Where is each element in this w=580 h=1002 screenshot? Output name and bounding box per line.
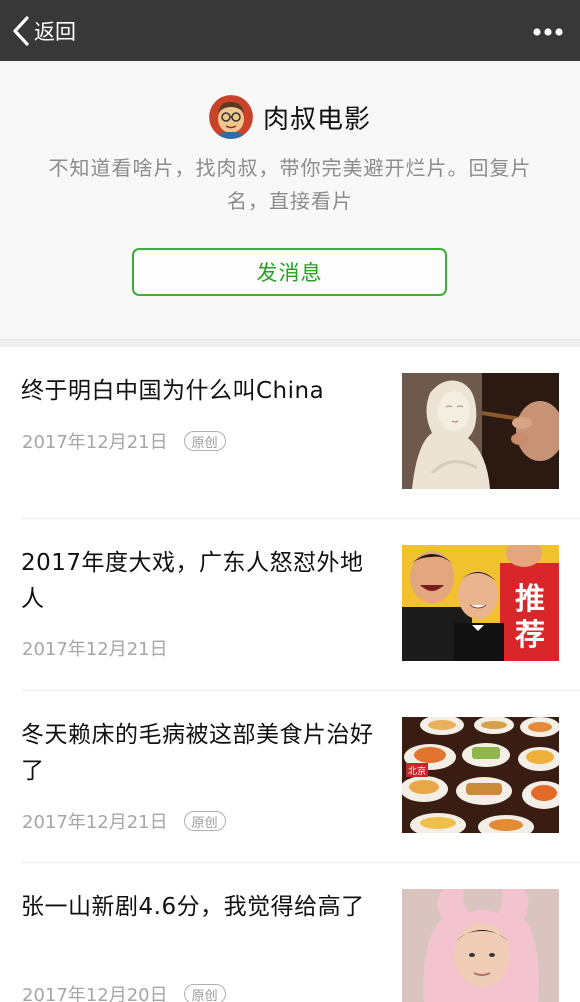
chevron-left-icon bbox=[10, 16, 32, 46]
article-title: 终于明白中国为什么叫China bbox=[21, 378, 325, 404]
account-name: 肉叔电影 bbox=[262, 104, 371, 135]
article-title: 张一山新剧4.6分，我觉得给高了 bbox=[21, 894, 365, 920]
article-thumbnail bbox=[402, 889, 559, 1002]
top-nav-bar: 返回 bbox=[0, 0, 580, 61]
article-date: 2017年12月21日 bbox=[22, 812, 168, 833]
article-item[interactable]: 2017年度大戏，广东人怒怼外地人 2017年12月21日 推 荐 bbox=[0, 519, 580, 691]
original-badge: 原创 bbox=[183, 811, 226, 831]
article-item[interactable]: 冬天赖床的毛病被这部美食片治好了 2017年12月21日 原创 北京 bbox=[0, 691, 580, 863]
poster-text-2: 荐 bbox=[515, 618, 545, 653]
article-thumbnail: 北京 bbox=[402, 717, 559, 833]
article-title: 2017年度大戏，广东人怒怼外地人 bbox=[21, 550, 364, 612]
back-button[interactable]: 返回 bbox=[10, 13, 76, 49]
article-thumbnail bbox=[402, 373, 559, 489]
more-options-button[interactable] bbox=[530, 18, 566, 44]
article-thumbnail: 推 荐 bbox=[402, 545, 559, 661]
account-avatar[interactable] bbox=[208, 95, 253, 139]
article-meta: 2017年12月20日 原创 bbox=[22, 981, 226, 1002]
article-item[interactable]: 张一山新剧4.6分，我觉得给高了 2017年12月20日 原创 bbox=[0, 863, 580, 1002]
article-title: 冬天赖床的毛病被这部美食片治好了 bbox=[21, 722, 374, 784]
more-dots-icon bbox=[532, 22, 564, 41]
article-date: 2017年12月21日 bbox=[22, 639, 168, 660]
article-meta: 2017年12月21日 原创 bbox=[22, 428, 226, 454]
article-date: 2017年12月21日 bbox=[22, 432, 168, 453]
back-label: 返回 bbox=[34, 20, 76, 44]
account-header: 肉叔电影 bbox=[0, 94, 580, 140]
send-message-button[interactable]: 发消息 bbox=[132, 248, 447, 296]
section-separator bbox=[0, 339, 580, 347]
poster-text-1: 推 bbox=[515, 582, 545, 617]
original-badge: 原创 bbox=[183, 984, 226, 1002]
article-item[interactable]: 终于明白中国为什么叫China 2017年12月21日 原创 bbox=[0, 347, 580, 519]
account-description: 不知道看啥片，找肉叔，带你完美避开烂片。回复片名，直接看片 bbox=[48, 156, 532, 213]
food-label: 北京 bbox=[408, 765, 426, 777]
article-date: 2017年12月20日 bbox=[22, 985, 168, 1002]
article-meta: 2017年12月21日 bbox=[22, 635, 168, 661]
article-meta: 2017年12月21日 原创 bbox=[22, 808, 226, 834]
original-badge: 原创 bbox=[183, 431, 226, 451]
account-profile: 肉叔电影 不知道看啥片，找肉叔，带你完美避开烂片。回复片名，直接看片 发消息 bbox=[0, 61, 580, 339]
